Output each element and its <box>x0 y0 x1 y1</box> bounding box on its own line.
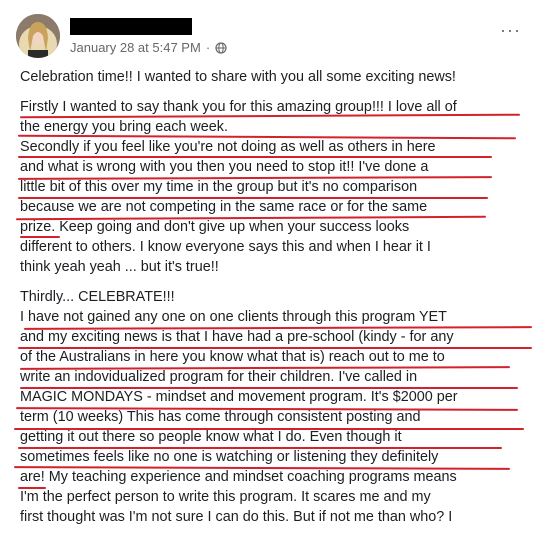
text-line: Secondly if you feel like you're not doi… <box>20 139 436 155</box>
text-line: are! My teaching experience and mindset … <box>20 469 457 485</box>
underline-annotation <box>20 236 60 238</box>
underline-annotation <box>18 487 46 489</box>
underline-annotation <box>18 156 492 158</box>
post-paragraph-1: Celebration time!! I wanted to share wit… <box>20 67 540 87</box>
text-line: the energy you bring each week. <box>20 119 228 135</box>
text-line: I have not gained any one on one clients… <box>20 309 447 325</box>
post-meta: January 28 at 5:47 PM · <box>70 40 227 55</box>
text-line: and what is wrong with you then you need… <box>20 159 429 175</box>
text-line: Thirdly... CELEBRATE!!! <box>20 289 175 305</box>
underline-annotation <box>18 447 502 449</box>
text-line: first thought was I'm not sure I can do … <box>20 509 453 525</box>
text-line: and my exciting news is that I have had … <box>20 329 454 345</box>
text-line: getting it out there so people know what… <box>20 429 402 445</box>
text-line: MAGIC MONDAYS - mindset and movement pro… <box>20 389 458 405</box>
underline-annotation <box>18 197 488 199</box>
text-line: different to others. I know everyone say… <box>20 239 431 255</box>
text-line: little bit of this over my time in the g… <box>20 179 418 195</box>
author-name-redacted <box>70 18 192 35</box>
post-paragraph-2: Firstly I wanted to say thank you for th… <box>20 97 540 277</box>
text-line: write an indovidualized program for thei… <box>20 369 418 385</box>
text-line: sometimes feels like no one is watching … <box>20 449 439 465</box>
text-line: think yeah yeah ... but it's true!! <box>20 259 219 275</box>
underline-annotation <box>20 387 518 389</box>
post-timestamp[interactable]: January 28 at 5:47 PM <box>70 40 201 55</box>
underline-annotation <box>14 428 524 430</box>
more-options-icon[interactable]: ··· <box>500 21 521 39</box>
text-line: Celebration time!! I wanted to share wit… <box>20 69 456 85</box>
text-line: I'm the perfect person to write this pro… <box>20 489 431 505</box>
text-line: of the Australians in here you know what… <box>20 349 445 365</box>
text-line: because we are not competing in the same… <box>20 199 428 215</box>
meta-separator: · <box>205 40 211 55</box>
avatar[interactable] <box>16 14 60 58</box>
underline-annotation <box>18 347 532 349</box>
globe-icon <box>215 41 227 54</box>
text-line: prize. Keep going and don't give up when… <box>20 219 410 235</box>
